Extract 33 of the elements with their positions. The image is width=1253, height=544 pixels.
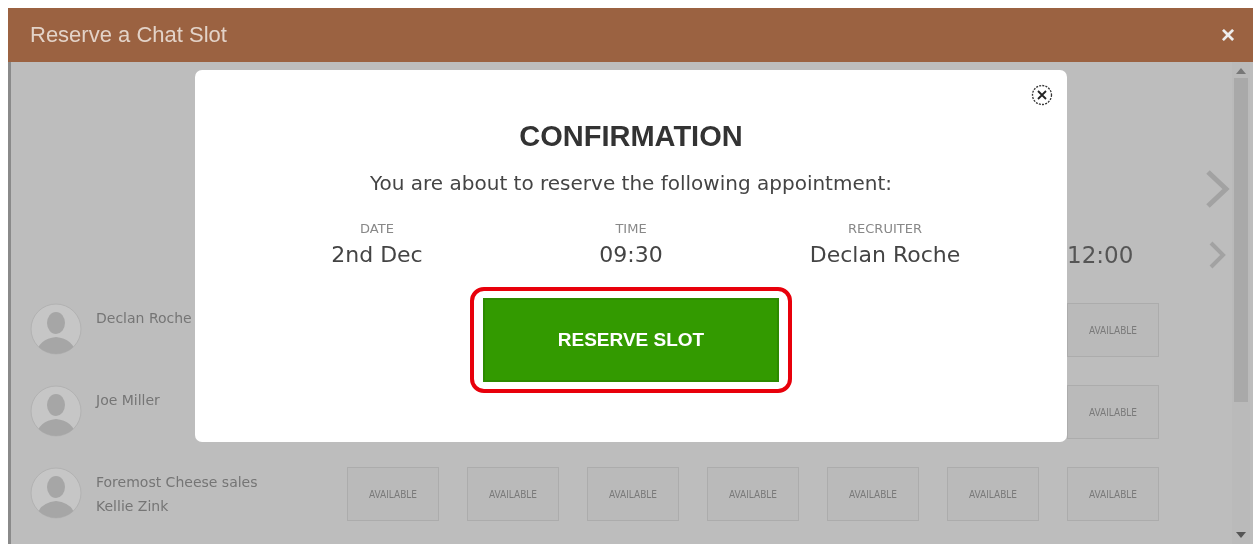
- available-slot-button[interactable]: AVAILABLE: [1067, 303, 1159, 357]
- scroll-up-icon[interactable]: [1236, 68, 1246, 74]
- recruiter-name: Declan Roche: [96, 309, 192, 328]
- avatar-icon: [30, 385, 82, 437]
- recruiter-name: Joe Miller: [96, 391, 160, 410]
- chevron-right-icon[interactable]: [1208, 240, 1226, 270]
- dialog-message: You are about to reserve the following appointment:: [370, 171, 892, 195]
- window-title: Reserve a Chat Slot: [30, 22, 227, 48]
- avatar-icon: [30, 303, 82, 355]
- available-slot-button[interactable]: AVAILABLE: [1067, 385, 1159, 439]
- available-slot-button[interactable]: AVAILABLE: [827, 467, 919, 521]
- recruiter-name: Foremost Cheese sales: [96, 473, 258, 492]
- detail-label: RECRUITER: [848, 221, 922, 236]
- chevron-right-icon[interactable]: [1204, 169, 1230, 209]
- dialog-title: CONFIRMATION: [519, 120, 743, 153]
- available-slot-button[interactable]: AVAILABLE: [467, 467, 559, 521]
- available-slot-button[interactable]: AVAILABLE: [1067, 467, 1159, 521]
- available-slot-button[interactable]: AVAILABLE: [947, 467, 1039, 521]
- detail-label: TIME: [615, 221, 647, 236]
- time-heading: 12:00: [1067, 242, 1134, 268]
- available-slot-button[interactable]: AVAILABLE: [707, 467, 799, 521]
- available-slot-button[interactable]: AVAILABLE: [347, 467, 439, 521]
- close-icon[interactable]: [1031, 84, 1053, 106]
- avatar-icon: [30, 467, 82, 519]
- detail-label: DATE: [360, 221, 394, 236]
- detail-value: 2nd Dec: [331, 242, 423, 267]
- recruiter-name: Kellie Zink: [96, 497, 170, 516]
- detail-value: 09:30: [599, 242, 663, 267]
- close-button[interactable]: ×: [1217, 23, 1239, 47]
- available-slot-button[interactable]: AVAILABLE: [587, 467, 679, 521]
- reserve-slot-button[interactable]: RESERVE SLOT: [483, 298, 779, 382]
- scroll-down-icon[interactable]: [1236, 532, 1246, 538]
- detail-value: Declan Roche: [809, 242, 961, 267]
